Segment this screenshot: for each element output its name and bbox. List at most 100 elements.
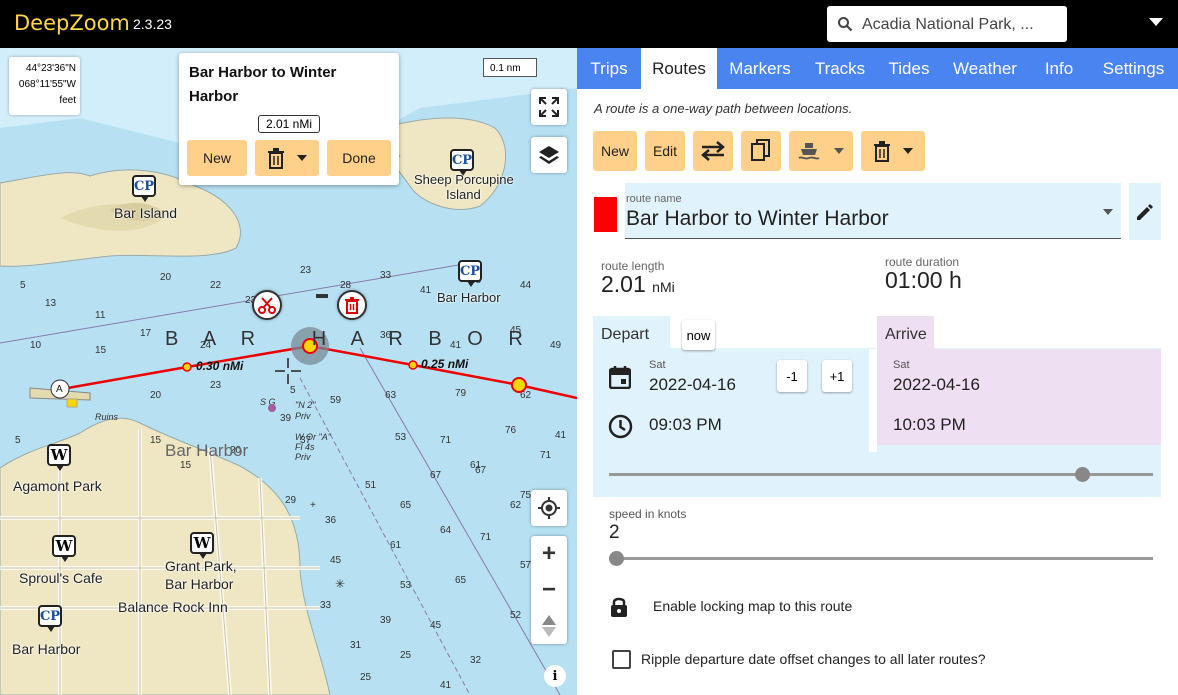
route-popup: Bar Harbor to Winter Harbor 2.01 nMi New… [179,53,399,185]
panel-tabs: Trips Routes Markers Tracks Tides Weathe… [577,48,1178,89]
app-logo: DeepZoom [14,11,130,35]
svg-text:✳: ✳ [335,577,345,591]
svg-text:31: 31 [350,640,362,651]
tab-tides[interactable]: Tides [877,48,941,89]
depart-tab[interactable]: Depart [593,316,670,350]
route-name-label: route name [626,193,682,205]
chevron-down-icon [834,148,844,154]
nautical-chart-map[interactable]: 5131120 22232328 33413844 10151724 36414… [0,48,577,695]
departure-time-slider[interactable] [609,473,1153,476]
edit-route-button[interactable]: Edit [645,131,685,171]
svg-text:57: 57 [520,560,532,571]
campground-icon[interactable]: CP [38,605,62,632]
depart-time[interactable]: 09:03 PM [649,415,722,435]
svg-text:20: 20 [150,390,162,401]
depart-day: Sat [649,359,666,371]
svg-text:22: 22 [210,280,222,291]
fullscreen-icon [539,97,559,117]
svg-text:53: 53 [400,580,412,591]
wifi-icon[interactable]: W [190,532,214,559]
route-color-swatch[interactable] [594,197,617,232]
svg-text:41: 41 [420,285,432,296]
svg-text:36: 36 [325,515,337,526]
place-label: Bar Harbor [12,641,81,657]
speed-label: speed in knots [609,507,687,521]
arrive-tab[interactable]: Arrive [877,316,934,350]
zoom-in-button[interactable]: + [531,536,567,572]
depth-unit: feet [59,95,76,106]
copy-route-button[interactable] [741,131,781,171]
svg-text:Priv: Priv [295,452,311,462]
lock-icon[interactable] [610,596,628,618]
popup-done-button[interactable]: Done [327,140,391,176]
popup-delete-button[interactable] [255,140,319,176]
svg-text:W Or "A": W Or "A" [295,432,332,442]
svg-text:65: 65 [455,575,467,586]
new-route-button[interactable]: New [593,131,637,171]
tab-info[interactable]: Info [1029,48,1089,89]
route-start-marker[interactable]: A [56,384,63,395]
campground-icon[interactable]: CP [450,149,474,176]
my-location-button[interactable] [531,490,567,526]
calendar-icon [609,366,631,389]
segment-distance-label: 0.30 nMi [196,359,244,373]
tab-weather[interactable]: Weather [941,48,1029,89]
tab-settings[interactable]: Settings [1089,48,1178,89]
tab-tracks[interactable]: Tracks [803,48,877,89]
speed-slider-thumb[interactable] [609,551,624,566]
place-label: Bar Harbor [165,576,234,592]
route-length-value: 2.01 nMi [601,271,675,297]
map-info-button[interactable]: i [544,665,566,687]
day-minus-button[interactable]: -1 [777,360,807,392]
delete-point-button[interactable] [337,290,367,320]
search-value: Acadia National Park, ... [862,16,1034,33]
departure-time-slider-thumb[interactable] [1074,467,1090,482]
layers-button[interactable] [531,137,567,173]
svg-text:32: 32 [470,655,482,666]
rename-route-button[interactable] [1129,183,1161,240]
place-label: Balance Rock Inn [118,599,228,615]
wifi-icon[interactable]: W [47,444,71,471]
bay-label: B A R H A R B O R [165,328,533,350]
route-marker-icon [316,294,328,298]
boat-options-button[interactable] [789,131,853,171]
popup-route-distance: 2.01 nMi [258,115,320,133]
route-length-unit: nMi [652,279,675,295]
route-name-select[interactable]: route name Bar Harbor to Winter Harbor [625,183,1121,239]
compass-icon [542,615,556,637]
svg-text:64: 64 [440,525,452,536]
split-route-button[interactable] [252,290,282,320]
svg-text:59: 59 [330,395,342,406]
campground-icon[interactable]: CP [132,175,156,202]
place-label: Grant Park, [165,558,237,574]
reverse-route-button[interactable] [693,131,733,171]
tab-trips[interactable]: Trips [577,48,641,89]
campground-icon[interactable]: CP [458,260,482,287]
wifi-icon[interactable]: W [52,535,76,562]
section-divider [869,349,877,452]
day-plus-button[interactable]: +1 [822,360,852,392]
longitude: 068°11'55"W [18,79,76,90]
ripple-checkbox[interactable] [612,650,631,669]
delete-route-button[interactable] [861,131,925,171]
speed-slider[interactable] [609,557,1153,560]
depart-date[interactable]: 2022-04-16 [649,375,736,395]
copy-icon [751,139,770,161]
compass-north-button[interactable] [531,608,567,644]
tab-routes[interactable]: Routes [641,48,717,89]
zoom-out-button[interactable]: − [531,572,567,608]
now-button[interactable]: now [682,320,715,350]
menu-dropdown-icon[interactable] [1149,18,1163,26]
tab-markers[interactable]: Markers [717,48,803,89]
fullscreen-button[interactable] [531,89,567,125]
svg-text:Fl 4s: Fl 4s [295,442,315,452]
svg-text:71: 71 [440,435,452,446]
segment-distance-label: 0.25 nMi [421,357,469,371]
top-bar: DeepZoom 2.3.23 Acadia National Park, ..… [0,0,1178,48]
svg-text:29: 29 [285,495,297,506]
svg-text:10: 10 [30,340,42,351]
popup-new-button[interactable]: New [187,140,247,176]
location-search-input[interactable]: Acadia National Park, ... [827,6,1067,42]
svg-text:33: 33 [380,270,392,281]
place-label: Bar Harbor [437,290,501,305]
